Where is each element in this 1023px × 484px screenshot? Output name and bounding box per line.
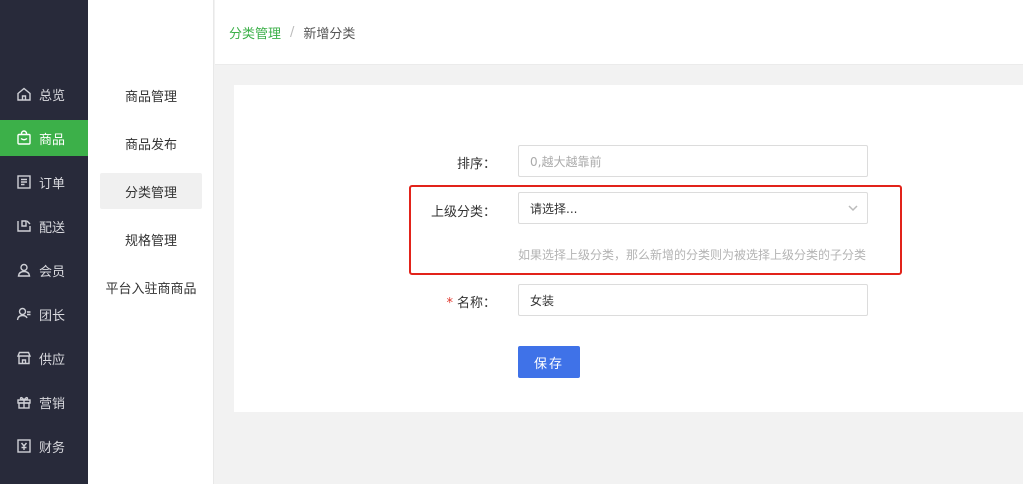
shopping-bag-icon (16, 130, 32, 146)
subnav-item-product-management[interactable]: 商品管理 (100, 77, 202, 113)
finance-icon (16, 438, 32, 454)
sort-input[interactable]: 0,越大越靠前 (518, 145, 868, 177)
subnav-item-spec-management[interactable]: 规格管理 (100, 221, 202, 257)
nav-item-supply[interactable]: 供应 (0, 340, 88, 376)
gift-icon (16, 394, 32, 410)
store-icon (16, 350, 32, 366)
nav-label: 订单 (39, 176, 66, 192)
delivery-icon (16, 218, 32, 234)
leader-icon (16, 306, 32, 322)
nav-label: 配送 (39, 220, 66, 236)
member-icon (16, 262, 32, 278)
nav-item-leaders[interactable]: 团长 (0, 296, 88, 332)
sort-label: 排序： (456, 157, 496, 172)
main-sidebar: 总览 商品 订单 配送 会员 团长 供应 营销 财务 (0, 0, 88, 484)
name-label: * 名称： (396, 292, 496, 311)
breadcrumb-current: 新增分类 (303, 26, 356, 42)
nav-label: 团长 (39, 308, 66, 324)
nav-item-marketing[interactable]: 营销 (0, 384, 88, 420)
nav-item-members[interactable]: 会员 (0, 252, 88, 288)
order-list-icon (16, 174, 32, 190)
nav-item-overview[interactable]: 总览 (0, 76, 88, 112)
nav-label: 供应 (39, 352, 66, 368)
name-label-text: 名称： (456, 296, 496, 311)
name-input-value: 女装 (530, 293, 555, 308)
subnav-item-merchant-products[interactable]: 平台入驻商商品 (88, 269, 214, 305)
highlight-box (409, 185, 902, 275)
subnav-item-product-publish[interactable]: 商品发布 (100, 125, 202, 161)
nav-item-finance[interactable]: 财务 (0, 428, 88, 464)
nav-label: 总览 (39, 88, 66, 104)
nav-label: 商品 (39, 132, 66, 148)
breadcrumb: 分类管理 / 新增分类 (215, 0, 1023, 65)
home-icon (16, 86, 32, 102)
name-input[interactable]: 女装 (518, 284, 868, 316)
nav-item-orders[interactable]: 订单 (0, 164, 88, 200)
sort-input-placeholder: 0,越大越靠前 (530, 154, 602, 169)
nav-item-delivery[interactable]: 配送 (0, 208, 88, 244)
breadcrumb-separator: / (290, 24, 295, 40)
secondary-sidebar: 商品管理 商品发布 分类管理 规格管理 平台入驻商商品 (88, 0, 214, 484)
breadcrumb-parent-link[interactable]: 分类管理 (229, 23, 281, 42)
required-mark: * (446, 296, 453, 311)
nav-label: 营销 (39, 396, 66, 412)
nav-label: 财务 (39, 440, 66, 456)
subnav-item-category-management[interactable]: 分类管理 (100, 173, 202, 209)
save-button[interactable]: 保存 (518, 346, 580, 378)
nav-label: 会员 (39, 264, 66, 280)
nav-item-products[interactable]: 商品 (0, 120, 88, 156)
